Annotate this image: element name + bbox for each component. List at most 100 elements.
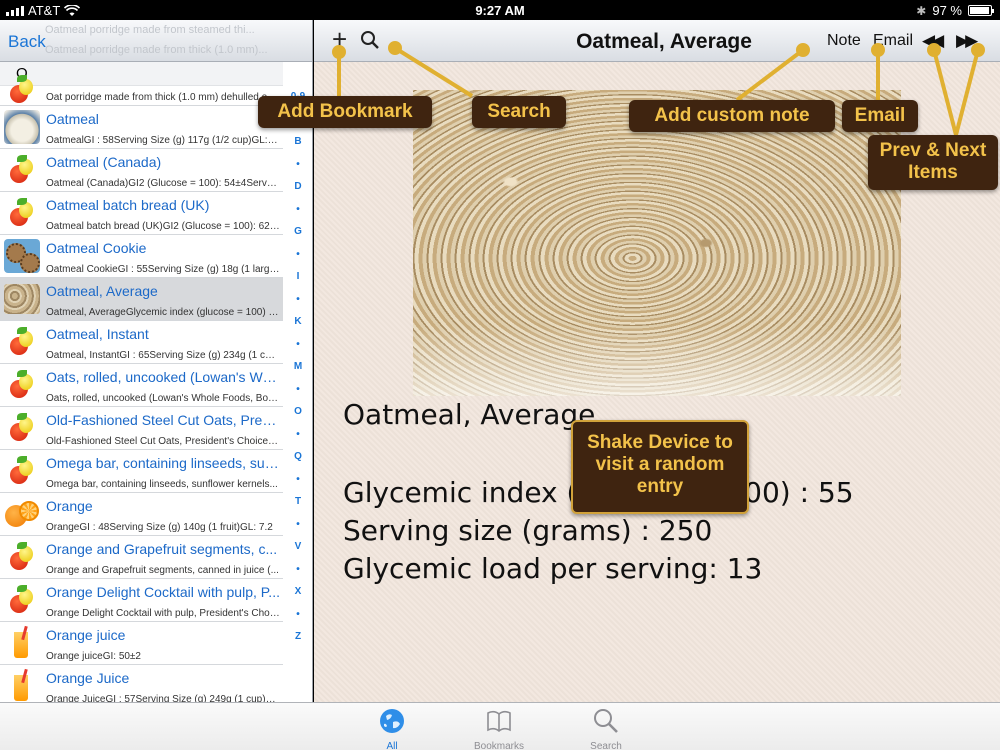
item-title: Oatmeal Cookie [46, 240, 147, 256]
apple-icon [4, 152, 40, 188]
item-title: Orange and Grapefruit segments, c... [46, 541, 278, 557]
apple-icon [4, 367, 40, 403]
index-letter[interactable]: • [284, 469, 312, 492]
list-item[interactable]: Orange and Grapefruit segments, c... Oran… [0, 536, 283, 579]
list-item[interactable]: Orange Delight Cocktail with pulp, P... O… [0, 579, 283, 622]
add-bookmark-button[interactable]: + [332, 26, 347, 52]
item-title: Oatmeal, Average [46, 283, 158, 299]
serving-size: Serving size (grams) : 250 [343, 514, 713, 547]
list-item[interactable]: Orange juice Orange juiceGI: 50±2 [0, 622, 283, 665]
apple-icon [4, 410, 40, 446]
list-item[interactable]: Oatmeal batch bread (UK) Oatmeal batch br… [0, 192, 283, 235]
index-letter[interactable]: • [284, 559, 312, 582]
index-letter[interactable]: • [284, 604, 312, 627]
juice-icon [4, 668, 40, 702]
note-button[interactable]: Note [827, 32, 861, 50]
list-item[interactable]: Omega bar, containing linseeds, sun... Om… [0, 450, 283, 493]
list-item[interactable]: Oatmeal (Canada) Oatmeal (Canada)GI2 (Glu… [0, 149, 283, 192]
index-letter[interactable]: Q [284, 446, 312, 469]
index-letter[interactable]: T [284, 491, 312, 514]
index-letter[interactable]: • [284, 244, 312, 267]
index-letter[interactable]: V [284, 536, 312, 559]
index-letter[interactable]: • [284, 514, 312, 537]
item-subtitle: Orange JuiceGI : 57Serving Size (g) 249g… [46, 694, 280, 702]
item-subtitle: Oatmeal (Canada)GI2 (Glucose = 100): 54±… [46, 178, 280, 189]
prev-button[interactable]: ◀◀ [922, 31, 944, 51]
next-button[interactable]: ▶▶ [956, 31, 978, 51]
apple-icon [4, 539, 40, 575]
callout-shake: Shake Device to visit a random entry [571, 420, 749, 514]
index-letter[interactable]: • [284, 289, 312, 312]
email-button[interactable]: Email [873, 32, 913, 50]
index-letter[interactable]: • [284, 424, 312, 447]
tab-bookmarks[interactable]: Bookmarks [459, 707, 539, 750]
list-item[interactable]: Oats, rolled, uncooked (Lowan's Wh... Oat… [0, 364, 283, 407]
index-letter[interactable]: I [284, 266, 312, 289]
juice-icon [4, 625, 40, 661]
clock: 9:27 AM [475, 3, 525, 18]
search-icon[interactable] [360, 30, 380, 50]
index-letter[interactable]: • [284, 199, 312, 222]
bowl-icon [4, 109, 40, 145]
food-photo [413, 90, 901, 396]
ghost-row: Oatmeal porridge made from steamed thi..… [45, 24, 255, 36]
list-item[interactable]: Oatmeal Cookie Oatmeal CookieGI : 55Servi… [0, 235, 283, 278]
status-right: ✱ 97 % [916, 3, 994, 18]
ghost-row: Oatmeal porridge made from thick (1.0 mm… [45, 44, 268, 56]
index-letter[interactable]: G [284, 221, 312, 244]
section-header: O [0, 62, 283, 86]
list-item[interactable]: Oatmeal, Instant Oatmeal, InstantGI : 65S… [0, 321, 283, 364]
index-letter[interactable]: • [284, 154, 312, 177]
item-subtitle: Oatmeal, AverageGlycemic index (glucose … [46, 307, 280, 318]
globe-icon [380, 709, 404, 733]
item-subtitle: OatmealGI : 58Serving Size (g) 117g (1/2… [46, 135, 280, 146]
index-letter[interactable]: Z [284, 626, 312, 649]
list-item[interactable]: Orange Juice Orange JuiceGI : 57Serving S… [0, 665, 283, 702]
item-title: Orange Juice [46, 670, 130, 686]
item-title: Orange Delight Cocktail with pulp, P... [46, 584, 280, 600]
item-title: Old-Fashioned Steel Cut Oats, Presi... [46, 412, 280, 428]
item-subtitle: Oatmeal CookieGI : 55Serving Size (g) 18… [46, 264, 280, 275]
item-title: Omega bar, containing linseeds, sun... [46, 455, 280, 471]
back-button[interactable]: Back [8, 32, 46, 52]
callout-search: Search [472, 96, 566, 128]
index-letter[interactable]: O [284, 401, 312, 424]
item-subtitle: Oatmeal, InstantGI : 65Serving Size (g) … [46, 350, 280, 361]
item-title: Oats, rolled, uncooked (Lowan's Wh... [46, 369, 280, 385]
index-letter[interactable]: • [284, 379, 312, 402]
food-list: Oat porridge made from thick (1.0 mm) de… [0, 75, 283, 702]
index-letter[interactable]: B [284, 131, 312, 154]
list-item[interactable]: Oat porridge made from thick (1.0 mm) de… [0, 75, 283, 106]
status-bar: AT&T 9:27 AM ✱ 97 % [0, 0, 1000, 20]
section-index[interactable]: 0-9•B•D•G•I•K•M•O•Q•T•V•X•Z [284, 86, 312, 666]
item-title: Orange [46, 498, 93, 514]
page-title: Oatmeal, Average [576, 30, 752, 53]
item-title: Oatmeal (Canada) [46, 154, 162, 170]
callout-add-note: Add custom note [629, 100, 835, 132]
item-subtitle: Orange Delight Cocktail with pulp, Presi… [46, 608, 280, 619]
index-letter[interactable]: M [284, 356, 312, 379]
list-item[interactable]: Oatmeal OatmealGI : 58Serving Size (g) 11… [0, 106, 283, 149]
index-letter[interactable]: • [284, 334, 312, 357]
tab-label: Search [590, 741, 622, 750]
index-letter[interactable]: X [284, 581, 312, 604]
list-item[interactable]: Orange OrangeGI : 48Serving Size (g) 140g… [0, 493, 283, 536]
item-subtitle: Oats, rolled, uncooked (Lowan's Whole Fo… [46, 393, 280, 404]
tab-all[interactable]: All [352, 707, 432, 750]
item-title: Oatmeal, Instant [46, 326, 149, 342]
battery-icon [968, 5, 994, 16]
index-letter[interactable]: D [284, 176, 312, 199]
index-letter[interactable]: K [284, 311, 312, 334]
tab-label: All [386, 741, 398, 750]
tab-search[interactable]: Search [566, 707, 646, 750]
apple-icon [4, 453, 40, 489]
callout-add-bookmark: Add Bookmark [258, 96, 432, 128]
item-subtitle: Orange and Grapefruit segments, canned i… [46, 565, 279, 576]
apple-icon [4, 72, 40, 108]
list-item[interactable]: Old-Fashioned Steel Cut Oats, Presi... Ol… [0, 407, 283, 450]
bluetooth-icon: ✱ [916, 3, 927, 18]
item-subtitle: Oat porridge made from thick (1.0 mm) de… [46, 92, 280, 103]
list-item[interactable]: Oatmeal, Average Oatmeal, AverageGlycemic… [0, 278, 283, 321]
oats-icon [4, 281, 40, 317]
cookie-icon [4, 238, 40, 274]
